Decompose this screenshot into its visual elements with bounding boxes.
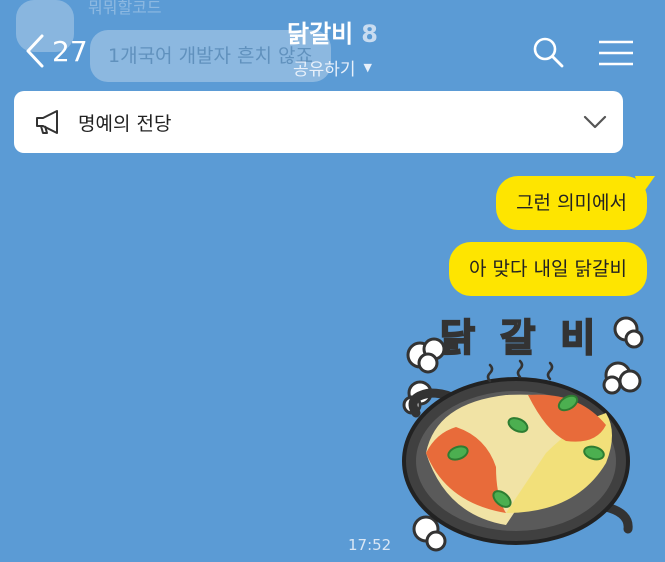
member-count: 8 <box>361 20 378 48</box>
megaphone-icon <box>36 110 58 134</box>
sticker-text: 닭 갈 비 <box>439 315 602 361</box>
chat-header: 27 닭갈비 8 공유하기 ▼ <box>0 0 665 90</box>
notice-label: 명예의 전당 <box>78 112 172 135</box>
message-timestamp: 17:52 <box>348 536 392 554</box>
caret-down-icon: ▼ <box>363 61 373 74</box>
my-message-bubble[interactable]: 그런 의미에서 <box>496 176 647 230</box>
my-message-bubble[interactable]: 아 맞다 내일 닭갈비 <box>449 242 647 296</box>
dakgalbi-sticker[interactable]: 닭 갈 비 <box>398 303 648 555</box>
search-button[interactable] <box>532 36 564 72</box>
chat-title-area: 닭갈비 8 공유하기 ▼ <box>0 14 665 80</box>
search-icon <box>533 37 564 68</box>
share-label: 공유하기 <box>292 60 356 80</box>
share-dropdown[interactable]: 공유하기 ▼ <box>293 55 372 80</box>
menu-button[interactable] <box>598 40 634 70</box>
menu-icon <box>599 40 633 66</box>
chat-title[interactable]: 닭갈비 <box>287 20 353 48</box>
chevron-down-icon[interactable] <box>583 115 607 129</box>
notice-banner[interactable]: 명예의 전당 <box>14 91 623 153</box>
